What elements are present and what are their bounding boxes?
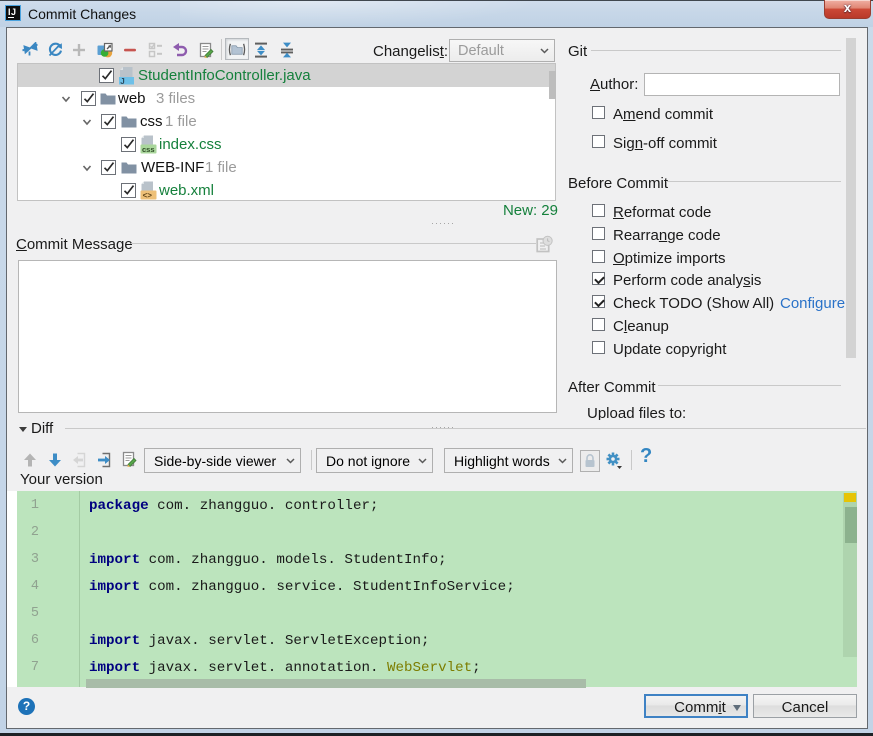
svg-text:<>: <> [143, 191, 153, 200]
svg-text:css: css [142, 145, 155, 154]
svg-text:J: J [120, 77, 124, 85]
